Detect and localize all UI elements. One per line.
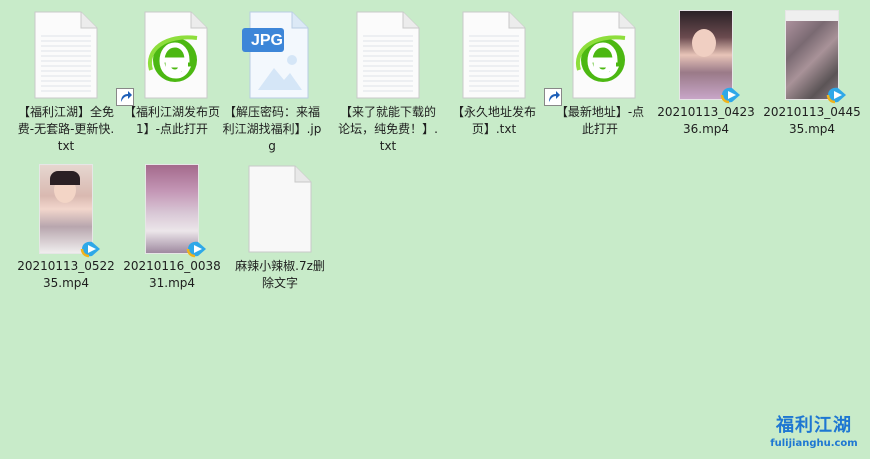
file-item[interactable]: 【来了就能下载的论坛，纯免费！】.txt: [338, 10, 438, 155]
jpg-badge-text: JPG: [250, 32, 283, 49]
file-name: 【最新地址】-点此打开: [555, 105, 645, 136]
file-name: 【福利江湖】全免费-无套路-更新快.txt: [17, 105, 115, 153]
file-item[interactable]: 【福利江湖】全免费-无套路-更新快.txt: [16, 10, 116, 155]
file-item[interactable]: 20210113_042336.mp4: [656, 10, 756, 138]
shortcut-arrow-icon: [116, 88, 134, 106]
file-item[interactable]: 【福利江湖发布页1】-点此打开: [116, 10, 222, 138]
play-icon: [826, 87, 846, 104]
play-icon: [720, 87, 740, 104]
file-item[interactable]: 麻辣小辣椒.7z删除文字: [230, 164, 330, 292]
text-file-icon: [444, 10, 544, 102]
blank-file-icon: [230, 164, 330, 256]
file-item[interactable]: 20210113_044535.mp4: [762, 10, 862, 138]
browser-e-icon: [116, 10, 222, 106]
text-file-icon: [16, 10, 116, 102]
file-name: 麻辣小辣椒.7z删除文字: [235, 259, 325, 290]
play-icon: [186, 241, 206, 258]
file-name: 20210113_044535.mp4: [763, 105, 861, 136]
file-item[interactable]: 【最新地址】-点此打开: [544, 10, 650, 138]
file-name: 【福利江湖发布页1】-点此打开: [123, 105, 220, 136]
file-name: 【来了就能下载的论坛，纯免费！】.txt: [338, 105, 438, 153]
watermark-title: 福利江湖: [776, 415, 852, 436]
file-item[interactable]: JPG 【解压密码：来福利江湖找福利】.jpg: [222, 10, 322, 155]
play-icon: [80, 241, 100, 258]
shortcut-arrow-icon: [544, 88, 562, 106]
browser-e-icon: [544, 10, 650, 106]
file-item[interactable]: 20210113_052235.mp4: [16, 164, 116, 292]
file-name: 20210113_042336.mp4: [657, 105, 755, 136]
watermark-url: fulijianghu.com: [770, 438, 858, 449]
text-file-icon: [338, 10, 438, 102]
file-name: 20210116_003831.mp4: [123, 259, 221, 290]
file-item[interactable]: 20210116_003831.mp4: [122, 164, 222, 292]
file-item[interactable]: 【永久地址发布页】.txt: [444, 10, 544, 138]
file-name: 【永久地址发布页】.txt: [451, 105, 536, 136]
jpg-file-icon: JPG: [222, 10, 322, 102]
file-name: 【解压密码：来福利江湖找福利】.jpg: [222, 105, 322, 153]
file-name: 20210113_052235.mp4: [17, 259, 115, 290]
watermark-logo: 福利江湖 fulijianghu.com: [768, 410, 860, 454]
